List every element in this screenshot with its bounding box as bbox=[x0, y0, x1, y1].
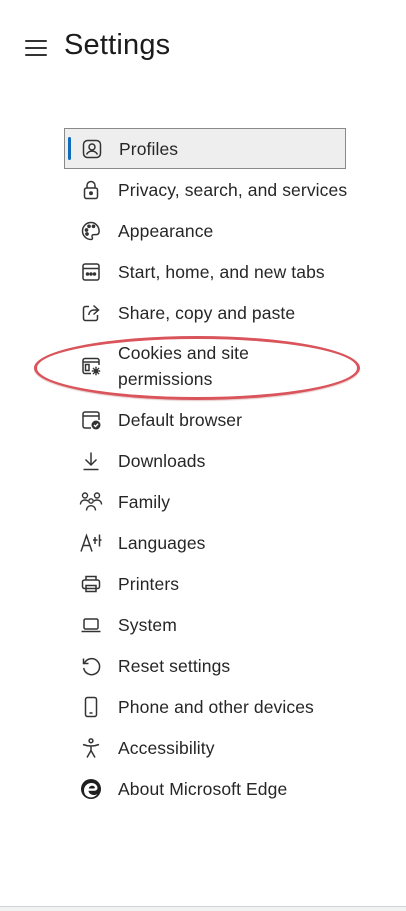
nav-item-default-browser[interactable]: Default browser bbox=[64, 399, 364, 440]
nav-item-label: Appearance bbox=[118, 220, 214, 241]
nav-item-about-edge[interactable]: About Microsoft Edge bbox=[64, 768, 364, 809]
nav-item-label: Printers bbox=[118, 573, 180, 594]
nav-item-languages[interactable]: Languages bbox=[64, 522, 364, 563]
default-browser-icon bbox=[79, 408, 103, 432]
nav-item-label: Default browser bbox=[118, 409, 243, 430]
accessibility-icon bbox=[79, 736, 103, 760]
nav-item-profiles[interactable]: Profiles bbox=[64, 128, 346, 169]
nav-item-downloads[interactable]: Downloads bbox=[64, 440, 364, 481]
phone-icon bbox=[79, 695, 103, 719]
palette-icon bbox=[79, 219, 103, 243]
hamburger-icon[interactable] bbox=[25, 40, 47, 56]
nav-item-label: System bbox=[118, 614, 177, 635]
nav-item-privacy[interactable]: Privacy, search, and services bbox=[64, 169, 364, 210]
nav-item-system[interactable]: System bbox=[64, 604, 364, 645]
cookies-permissions-icon bbox=[79, 354, 103, 378]
nav-item-family[interactable]: Family bbox=[64, 481, 364, 522]
settings-nav: Profiles Privacy, search, and services A… bbox=[64, 128, 364, 809]
nav-item-label: Privacy, search, and services bbox=[118, 179, 348, 200]
page-title: Settings bbox=[64, 29, 171, 61]
nav-item-accessibility[interactable]: Accessibility bbox=[64, 727, 364, 768]
start-page-icon bbox=[79, 260, 103, 284]
edge-logo-icon bbox=[79, 777, 103, 801]
profile-icon bbox=[80, 137, 104, 161]
nav-item-label: Phone and other devices bbox=[118, 696, 314, 717]
nav-item-label: Share, copy and paste bbox=[118, 302, 296, 323]
nav-item-share-copy-paste[interactable]: Share, copy and paste bbox=[64, 292, 364, 333]
nav-item-printers[interactable]: Printers bbox=[64, 563, 364, 604]
reset-icon bbox=[79, 654, 103, 678]
nav-item-label: Downloads bbox=[118, 450, 206, 471]
nav-item-appearance[interactable]: Appearance bbox=[64, 210, 364, 251]
nav-item-reset-settings[interactable]: Reset settings bbox=[64, 645, 364, 686]
window-bottom-edge bbox=[0, 906, 406, 911]
nav-item-label: About Microsoft Edge bbox=[118, 778, 288, 799]
printer-icon bbox=[79, 572, 103, 596]
laptop-icon bbox=[79, 613, 103, 637]
family-icon bbox=[79, 490, 103, 514]
selected-indicator bbox=[68, 137, 71, 160]
settings-header: Settings bbox=[0, 0, 406, 100]
lock-icon bbox=[79, 178, 103, 202]
download-icon bbox=[79, 449, 103, 473]
nav-item-label: Languages bbox=[118, 532, 206, 553]
nav-item-cookies-permissions[interactable]: Cookies and site permissions bbox=[64, 333, 364, 399]
nav-item-label: Profiles bbox=[119, 138, 179, 159]
nav-item-label: Accessibility bbox=[118, 737, 215, 758]
nav-item-label: Cookies and site permissions bbox=[118, 343, 249, 389]
share-icon bbox=[79, 301, 103, 325]
languages-icon bbox=[79, 531, 103, 555]
nav-item-phone-devices[interactable]: Phone and other devices bbox=[64, 686, 364, 727]
nav-item-start-home-tabs[interactable]: Start, home, and new tabs bbox=[64, 251, 364, 292]
nav-item-label: Family bbox=[118, 491, 171, 512]
nav-item-label: Start, home, and new tabs bbox=[118, 261, 325, 282]
nav-item-label: Reset settings bbox=[118, 655, 231, 676]
